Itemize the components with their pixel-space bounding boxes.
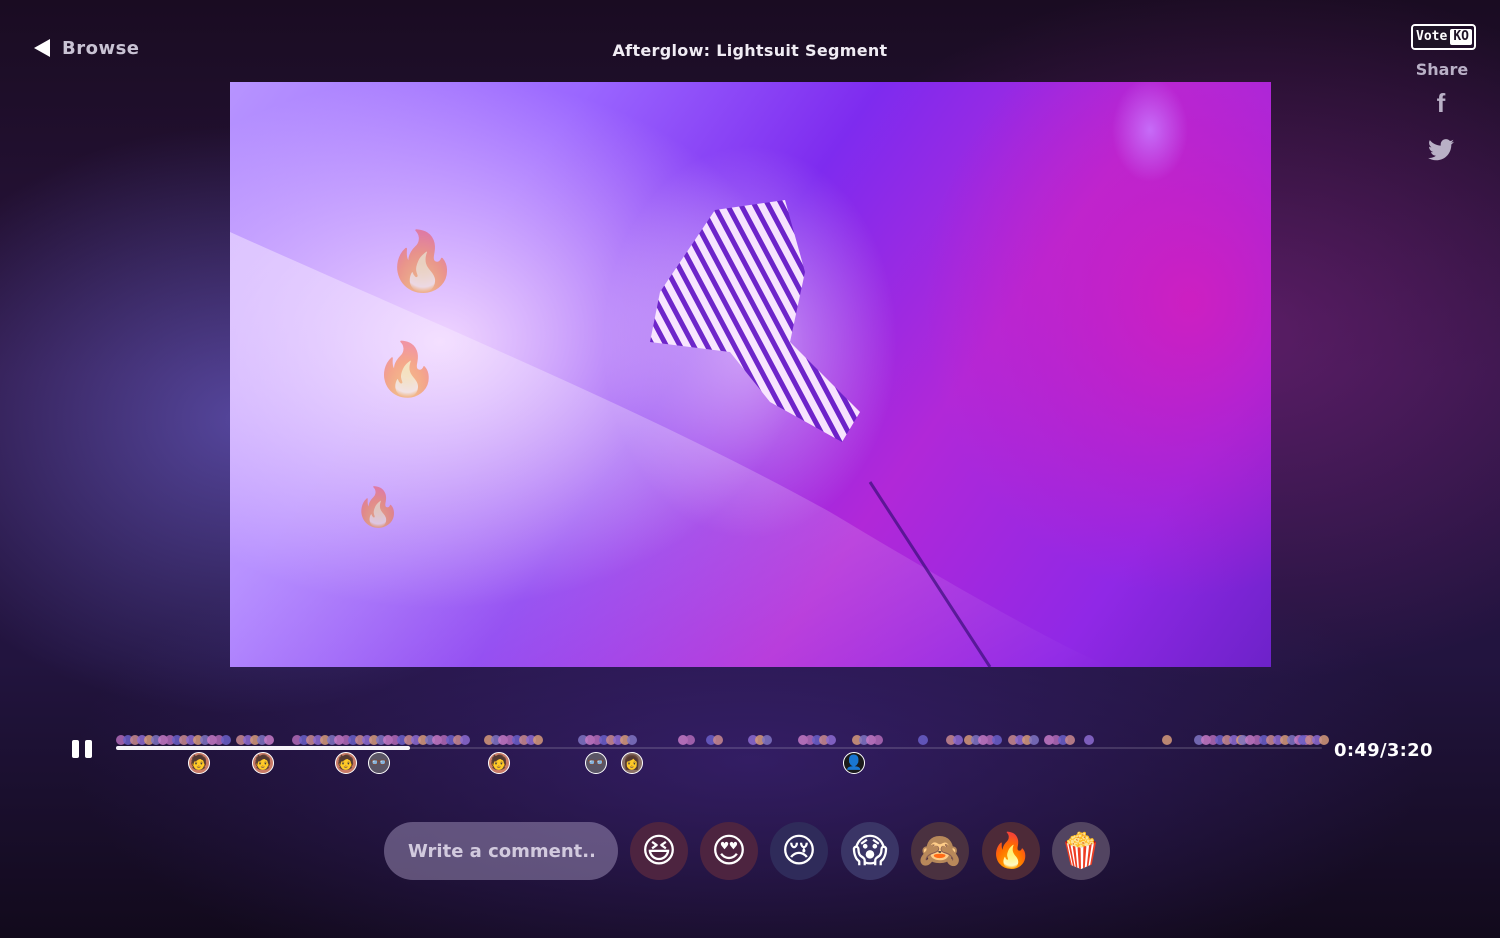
pause-icon <box>72 740 79 758</box>
reaction-scream-button[interactable]: 😱 <box>841 822 899 880</box>
reaction-density-dot <box>762 735 772 745</box>
timeline-progress <box>116 746 410 750</box>
time-readout: 0:49/3:20 <box>1334 740 1433 761</box>
commenter-avatar[interactable]: 🧑 <box>188 752 210 774</box>
commenter-avatar[interactable]: 🧑 <box>335 752 357 774</box>
reaction-density-dot <box>992 735 1002 745</box>
reaction-density-dot <box>1084 735 1094 745</box>
floating-fire-icon: 🔥 <box>386 227 459 295</box>
commenter-avatar[interactable]: 👓 <box>585 752 607 774</box>
reaction-heart-eyes-button[interactable]: 😍 <box>700 822 758 880</box>
floating-fire-icon: 🔥 <box>374 340 439 400</box>
commenter-avatar[interactable]: 🧑 <box>252 752 274 774</box>
facebook-icon: f <box>1436 87 1446 118</box>
floating-fire-icon: 🔥 <box>354 485 402 529</box>
reaction-density-dot <box>918 735 928 745</box>
reaction-density-dot <box>685 735 695 745</box>
see-no-evil-icon: 🙈 <box>918 831 962 871</box>
fire-icon: 🔥 <box>989 831 1033 871</box>
reaction-density-dot <box>533 735 543 745</box>
reaction-density-dot <box>826 735 836 745</box>
commenter-avatar[interactable]: 👤 <box>843 752 865 774</box>
reaction-see-no-evil-button[interactable]: 🙈 <box>911 822 969 880</box>
logo-ko-text: KO <box>1450 29 1472 45</box>
reaction-laughing-button[interactable]: 😆 <box>630 822 688 880</box>
reaction-density-dot <box>221 735 231 745</box>
share-label: Share <box>1415 60 1469 79</box>
reaction-crying-button[interactable]: 😢 <box>770 822 828 880</box>
commenter-avatar[interactable]: 👓 <box>368 752 390 774</box>
comment-input[interactable] <box>384 822 618 880</box>
reaction-density-dot <box>1319 735 1329 745</box>
reaction-density-dot <box>1162 735 1172 745</box>
reaction-density-dot <box>264 735 274 745</box>
pause-button[interactable] <box>72 740 92 760</box>
scream-icon: 😱 <box>852 831 888 871</box>
reaction-density-dot <box>873 735 883 745</box>
twitter-icon <box>1428 139 1454 161</box>
laughing-icon: 😆 <box>641 831 677 871</box>
reaction-density-dot <box>953 735 963 745</box>
reaction-density-dot <box>1065 735 1075 745</box>
reaction-fire-button[interactable]: 🔥 <box>982 822 1040 880</box>
heart-eyes-icon: 😍 <box>711 831 747 871</box>
commenter-avatar[interactable]: 👩 <box>621 752 643 774</box>
twitter-share-button[interactable] <box>1426 136 1456 164</box>
reaction-density-dot <box>460 735 470 745</box>
popcorn-icon: 🍿 <box>1059 831 1103 871</box>
reaction-density-dot <box>627 735 637 745</box>
crying-icon: 😢 <box>781 831 817 871</box>
logo-vote-text: Vote <box>1413 26 1451 48</box>
reaction-popcorn-button[interactable]: 🍿 <box>1052 822 1110 880</box>
video-title: Afterglow: Lightsuit Segment <box>612 41 888 60</box>
reaction-timeline[interactable]: 🧑 🧑 🧑 👓 🧑 👓 👩 👤 <box>116 730 1329 780</box>
facebook-share-button[interactable]: f <box>1426 88 1456 118</box>
reaction-density-dot <box>1029 735 1039 745</box>
commenter-avatar[interactable]: 🧑 <box>488 752 510 774</box>
reaction-density-dot <box>713 735 723 745</box>
pause-icon <box>85 740 92 758</box>
votako-logo[interactable]: Vote KO <box>1411 24 1476 50</box>
